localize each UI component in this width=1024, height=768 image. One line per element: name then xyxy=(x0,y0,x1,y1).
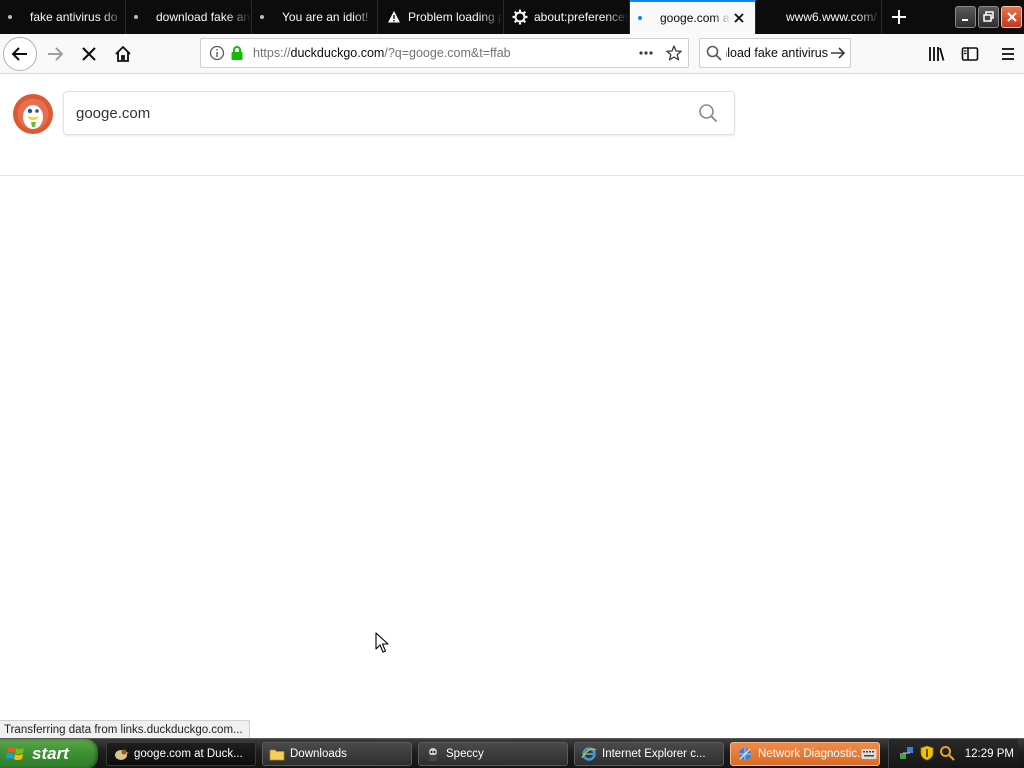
duckduckgo-logo-icon[interactable] xyxy=(13,94,53,134)
taskbar-item-internet-explorer[interactable]: Internet Explorer c... xyxy=(574,741,724,766)
forward-arrow-icon xyxy=(48,46,64,61)
stop-x-icon xyxy=(82,46,96,61)
folder-icon xyxy=(269,746,285,762)
search-bar[interactable]: download fake antivirus xyxy=(699,38,851,68)
taskbar-item-downloads[interactable]: Downloads xyxy=(262,741,412,766)
page-actions-icon[interactable] xyxy=(636,43,656,63)
tab-loading-dot-icon xyxy=(638,16,642,20)
tab-label: googe.com at Duc xyxy=(660,11,731,25)
network-tray-icon[interactable] xyxy=(899,745,915,764)
page-content: googe.com Transferring data from links.d… xyxy=(0,75,1024,738)
tab-label: You are an idiot! xyxy=(282,10,369,24)
duck-icon xyxy=(113,746,129,762)
library-button[interactable] xyxy=(920,38,952,70)
tab-loading-dot-icon xyxy=(8,15,12,19)
home-icon xyxy=(115,45,131,62)
tab-label: www6.www.com/ xyxy=(786,10,877,24)
ie-icon xyxy=(581,746,597,762)
mouse-cursor-icon xyxy=(375,632,389,653)
tab-googe-duckduckgo[interactable]: googe.com at Duc xyxy=(630,0,756,34)
close-window-button[interactable] xyxy=(1001,6,1022,28)
minimize-icon xyxy=(961,19,968,21)
tab-label: fake antivirus do xyxy=(30,10,118,24)
minimize-button[interactable] xyxy=(955,6,976,28)
system-tray: 12:29 PM xyxy=(856,739,1024,768)
search-icon xyxy=(706,43,722,63)
status-panel: Transferring data from links.duckduckgo.… xyxy=(0,720,250,738)
search-icon[interactable] xyxy=(696,101,720,125)
restore-button[interactable] xyxy=(978,6,999,28)
taskbar-item-speccy[interactable]: Speccy xyxy=(418,741,568,766)
tab-problem-loading[interactable]: Problem loading p xyxy=(378,0,504,34)
library-icon xyxy=(929,47,945,61)
restore-icon xyxy=(982,11,994,22)
navigation-toolbar: https://duckduckgo.com/?q=googe.com&t=ff… xyxy=(0,34,1024,74)
url-text: https://duckduckgo.com/?q=googe.com&t=ff… xyxy=(253,46,511,60)
notification-area: 12:29 PM xyxy=(887,739,1018,768)
sidebar-button[interactable] xyxy=(954,38,986,70)
url-bar[interactable]: https://duckduckgo.com/?q=googe.com&t=ff… xyxy=(200,38,689,68)
new-tab-button[interactable] xyxy=(882,0,916,34)
search-query-input[interactable]: googe.com xyxy=(76,105,696,122)
tab-label: download fake an xyxy=(156,10,251,24)
close-tab-icon[interactable] xyxy=(731,10,747,26)
tab-www6[interactable]: www6.www.com/ xyxy=(756,0,882,34)
sidebar-icon xyxy=(961,47,979,61)
windows-flag-icon xyxy=(6,746,24,760)
start-button[interactable]: start xyxy=(0,738,98,768)
plus-icon xyxy=(892,10,906,24)
hamburger-menu-icon xyxy=(1002,48,1014,60)
stop-button[interactable] xyxy=(73,38,105,70)
back-arrow-icon xyxy=(11,46,27,61)
search-tray-icon[interactable] xyxy=(939,745,955,764)
tab-about-preferences[interactable]: about:preferences xyxy=(504,0,630,34)
lock-icon[interactable] xyxy=(227,43,247,63)
window-controls xyxy=(955,0,1024,34)
toolbar-right xyxy=(918,38,1024,70)
shield-icon[interactable] xyxy=(919,745,935,764)
browser-screen: fake antivirus do download fake an You a… xyxy=(0,0,1024,768)
tab-you-are-an-idiot[interactable]: You are an idiot! xyxy=(252,0,378,34)
forward-button[interactable] xyxy=(39,38,71,70)
duckduckgo-header: googe.com xyxy=(0,75,1024,176)
tab-loading-dot-icon xyxy=(260,15,264,19)
tab-loading-dot-icon xyxy=(134,15,138,19)
tab-label: about:preferences xyxy=(534,10,629,24)
duckduckgo-search-box[interactable]: googe.com xyxy=(63,91,735,135)
taskbar-item-firefox[interactable]: googe.com at Duck... xyxy=(106,741,256,766)
bookmark-star-icon[interactable] xyxy=(664,43,684,63)
tab-fake-antivirus[interactable]: fake antivirus do xyxy=(0,0,126,34)
search-bar-value: download fake antivirus xyxy=(726,46,828,60)
clock[interactable]: 12:29 PM xyxy=(965,748,1014,760)
windows-taskbar: start googe.com at Duck... Downloads Spe… xyxy=(0,738,1024,768)
keyboard-icon[interactable] xyxy=(860,745,878,763)
warning-icon xyxy=(386,9,402,25)
home-button[interactable] xyxy=(107,38,139,70)
speccy-icon xyxy=(425,746,441,762)
search-go-arrow-icon[interactable] xyxy=(830,43,846,63)
back-button[interactable] xyxy=(3,36,37,71)
gear-icon xyxy=(512,9,528,25)
info-icon[interactable] xyxy=(207,43,227,63)
tab-strip: fake antivirus do download fake an You a… xyxy=(0,0,1024,34)
tab-label: Problem loading p xyxy=(408,10,503,24)
tab-download-fake[interactable]: download fake an xyxy=(126,0,252,34)
menu-button[interactable] xyxy=(992,38,1024,70)
network-icon xyxy=(737,746,753,762)
start-label: start xyxy=(32,743,69,763)
close-icon xyxy=(1006,12,1017,22)
